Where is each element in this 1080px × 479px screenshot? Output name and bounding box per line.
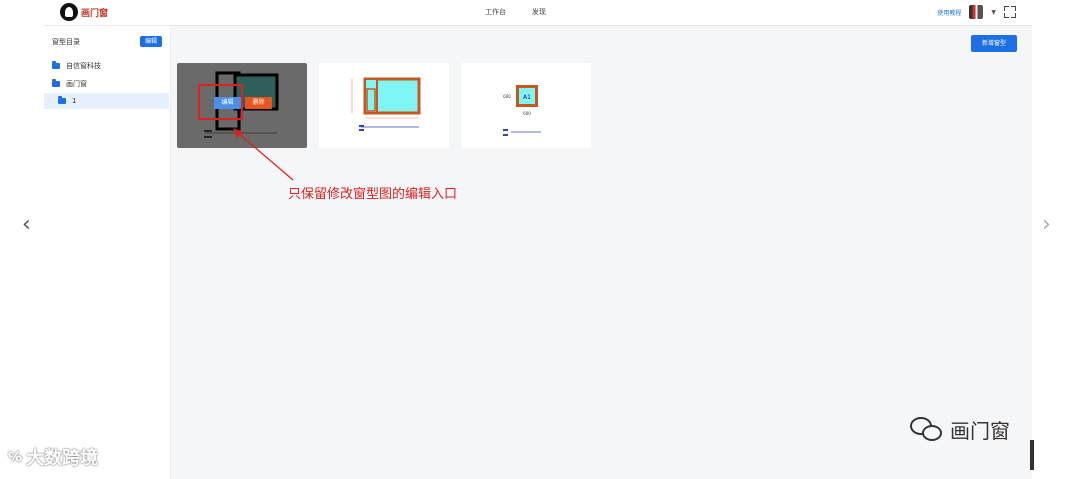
sidebar-item-label: 1 bbox=[72, 97, 77, 105]
nav-workbench[interactable]: 工作台 bbox=[485, 7, 506, 17]
caret-down-icon[interactable]: ▼ bbox=[991, 9, 996, 16]
logo-text: 画门窗 bbox=[81, 8, 109, 19]
sidebar-edit-button[interactable]: 编辑 bbox=[140, 36, 162, 47]
brand-icon: ℅ bbox=[8, 449, 23, 465]
sidebar-item-label: 画门窗 bbox=[66, 80, 87, 88]
folder-icon bbox=[52, 79, 60, 87]
annotation-arrow bbox=[233, 128, 294, 181]
watermark-left: ℅ 大数跨境 bbox=[8, 444, 98, 470]
sample-label: A1 bbox=[523, 94, 531, 101]
window-type-card[interactable] bbox=[319, 63, 449, 148]
annotation-text: 只保留修改窗型图的编辑入口 bbox=[288, 187, 458, 202]
logo-icon bbox=[60, 3, 78, 21]
main-nav: 工作台 发现 bbox=[485, 7, 546, 17]
sidebar-item-label: 自信窗科技 bbox=[66, 62, 101, 70]
size-label: 600 bbox=[503, 94, 511, 99]
wechat-icon bbox=[910, 416, 944, 443]
watermark-left-text: 大数跨境 bbox=[26, 448, 99, 469]
sidebar-item-huamenchuang[interactable]: 画门窗 bbox=[44, 76, 169, 92]
sidebar-item-1[interactable]: 1 bbox=[44, 93, 169, 109]
chevron-left-icon[interactable]: ‹ bbox=[22, 212, 31, 237]
new-window-type-button[interactable]: 新增窗型 bbox=[971, 35, 1017, 52]
size-label: 600 bbox=[523, 111, 531, 116]
card-delete-button[interactable]: 删除 bbox=[245, 97, 272, 109]
folder-icon bbox=[58, 96, 66, 104]
sidebar-item-zixinchuang[interactable]: 自信窗科技 bbox=[44, 58, 169, 74]
fullscreen-icon[interactable] bbox=[1004, 6, 1016, 18]
highlight-box bbox=[198, 84, 243, 120]
window-drawing bbox=[351, 77, 421, 131]
tutorial-link[interactable]: 使用教程 bbox=[937, 8, 961, 17]
avatar[interactable] bbox=[969, 5, 984, 19]
folder-icon bbox=[52, 61, 60, 69]
sidebar-title: 窗型目录 bbox=[52, 38, 80, 46]
logo[interactable]: 画门窗 bbox=[60, 3, 108, 21]
window-type-card[interactable]: A1 600 600 bbox=[461, 63, 591, 148]
nav-discover[interactable]: 发现 bbox=[532, 7, 546, 17]
watermark-right-text: 画门窗 bbox=[950, 419, 1010, 443]
top-right-tools: 使用教程 ▼ bbox=[937, 5, 1016, 19]
app-frame: 画门窗 工作台 发现 使用教程 ▼ 窗型目录 编辑 自信窗科技 画门窗 1 新增… bbox=[44, 0, 1034, 479]
top-bar: 画门窗 工作台 发现 使用教程 ▼ bbox=[44, 0, 1032, 26]
scrollbar[interactable] bbox=[1030, 440, 1034, 470]
window-drawing: A1 600 600 bbox=[503, 85, 541, 136]
chevron-right-icon[interactable]: › bbox=[1042, 212, 1051, 237]
watermark-right: 画门窗 bbox=[910, 415, 1010, 444]
sidebar-header: 窗型目录 编辑 bbox=[52, 36, 162, 48]
sidebar: 窗型目录 编辑 自信窗科技 画门窗 1 bbox=[44, 26, 171, 479]
